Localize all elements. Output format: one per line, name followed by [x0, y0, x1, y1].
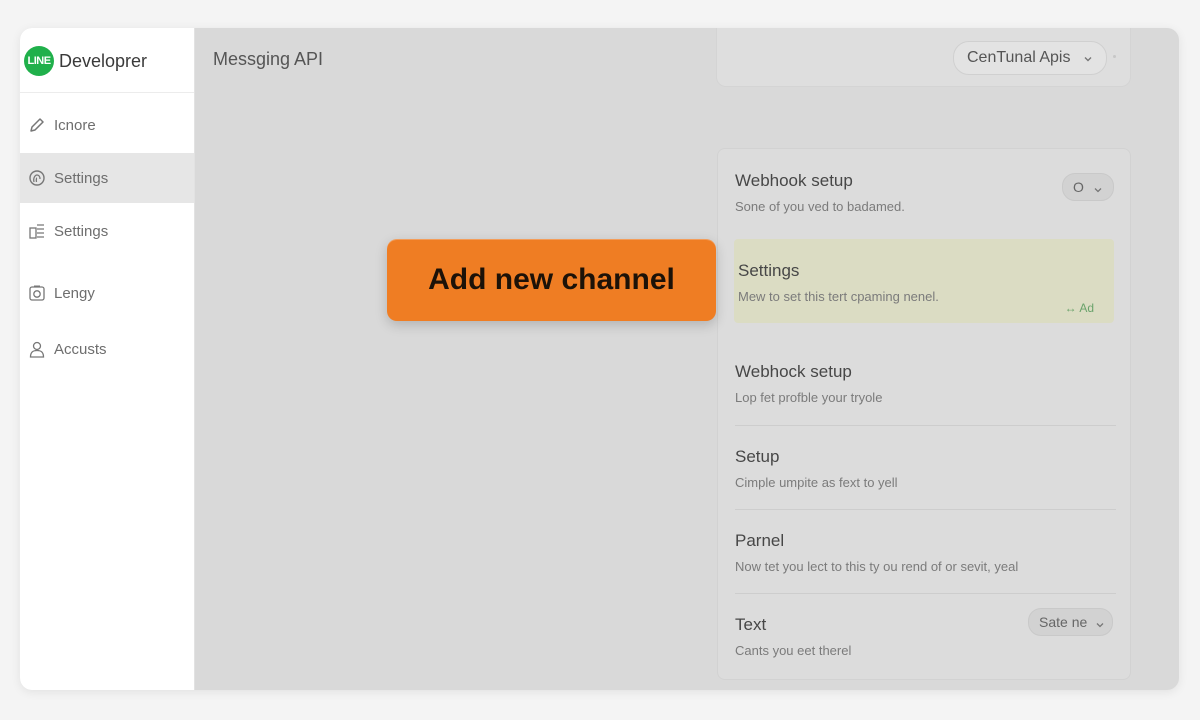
toggle-value: O [1073, 179, 1084, 195]
dot-separator [1113, 55, 1116, 58]
sidebar-item-label: Settings [54, 169, 109, 187]
add-link[interactable]: ↔ Ad [1065, 301, 1094, 315]
row-title: Parnel [735, 531, 785, 550]
fingerprint-icon [27, 168, 47, 188]
chevron-down-icon [1082, 52, 1094, 70]
row-title: Setup [735, 447, 780, 466]
add-new-channel-label: Add new channel [428, 263, 675, 296]
camera-icon [27, 283, 47, 303]
user-icon [27, 339, 47, 359]
settings-row-parnel[interactable]: Parnel Now tet you lect to this ty ou re… [718, 510, 1130, 594]
row-description: Now tet you lect to this ty ou rend of o… [735, 559, 1019, 574]
line-logo-icon: LINE [24, 46, 54, 76]
row-title: Text [735, 615, 767, 634]
settings-row-webhock-setup[interactable]: Webhock setup Lop fet profble your tryol… [718, 342, 1130, 426]
brand-header[interactable]: LINE Developrer [20, 28, 194, 93]
sidebar-item-icnore[interactable]: Icnore [20, 100, 194, 150]
chevron-down-icon [1095, 617, 1105, 635]
row-description: Lop fet profble your tryole [735, 390, 883, 405]
settings-row-setup[interactable]: Setup Cimple umpite as fext to yell [718, 426, 1130, 510]
page-title: Messging API [213, 49, 324, 69]
settings-row-webhook-setup[interactable]: Webhook setup Sone of you ved to badamed… [718, 149, 1130, 233]
sidebar: LINE Developrer Icnore Settings Settings [20, 28, 195, 690]
settings-panel: Webhook setup Sone of you ved to badamed… [717, 148, 1131, 680]
sidebar-item-label: Accusts [54, 340, 107, 358]
list-icon [27, 221, 47, 241]
pencil-icon [27, 115, 47, 135]
row-description: Mew to set this tert cpaming nenel. [738, 289, 939, 304]
webhook-toggle-dropdown[interactable]: O [1062, 173, 1114, 201]
sidebar-item-settings-2[interactable]: Settings [20, 206, 194, 256]
row-description: Sone of you ved to badamed. [735, 199, 905, 214]
text-option-dropdown[interactable]: Sate ne [1028, 608, 1113, 636]
brand-name: Developrer [59, 51, 148, 71]
sidebar-item-label: Lengy [54, 284, 95, 302]
row-title: Settings [738, 261, 800, 280]
settings-row-settings[interactable]: Settings Mew to set this tert cpaming ne… [734, 239, 1114, 323]
app-select-dropdown[interactable]: CenTunal Apis [953, 41, 1107, 75]
row-title: Webhock setup [735, 362, 852, 381]
row-title: Webhook setup [735, 171, 853, 190]
row-description: Cimple umpite as fext to yell [735, 475, 898, 490]
chevron-down-icon [1093, 182, 1103, 200]
sidebar-item-accusts[interactable]: Accusts [20, 324, 194, 374]
sidebar-item-label: Icnore [54, 116, 96, 134]
dropdown-value: Sate ne [1039, 614, 1088, 630]
sidebar-item-label: Settings [54, 222, 109, 240]
sidebar-item-lengy[interactable]: Lengy [20, 268, 194, 318]
app-window: LINE Developrer Icnore Settings Settings [20, 28, 1179, 690]
settings-row-text[interactable]: Text Cants you eet therel Sate ne [718, 594, 1130, 678]
sidebar-item-settings[interactable]: Settings [20, 153, 194, 203]
add-new-channel-button[interactable]: Add new channel [387, 239, 716, 321]
main-content: Messging API CenTunal Apis Webhook setup… [195, 28, 1179, 690]
app-select-label: CenTunal Apis [967, 49, 1071, 66]
row-description: Cants you eet therel [735, 643, 852, 658]
